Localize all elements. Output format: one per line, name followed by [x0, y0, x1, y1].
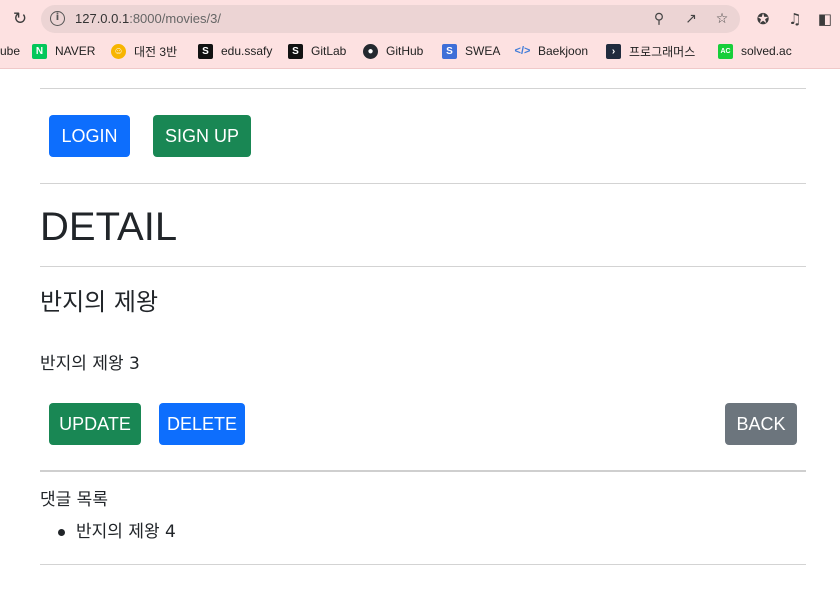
- signup-button[interactable]: SIGN UP: [153, 115, 251, 157]
- bookmark-solvedac[interactable]: AC solved.ac: [718, 42, 792, 60]
- page-title: DETAIL: [40, 205, 178, 249]
- bullet-icon: [58, 529, 65, 536]
- zoom-icon[interactable]: ⚲: [650, 10, 668, 28]
- reload-icon[interactable]: ↻: [9, 8, 31, 30]
- back-button[interactable]: BACK: [725, 403, 797, 445]
- divider: [40, 470, 806, 472]
- solvedac-icon: AC: [718, 43, 733, 59]
- bookmark-label: 대전 3반: [134, 44, 178, 59]
- bookmark-github[interactable]: ● GitHub: [363, 42, 423, 60]
- extensions-icon[interactable]: ✪: [753, 9, 773, 29]
- baekjoon-icon: </>: [514, 45, 531, 57]
- bookmark-star-icon[interactable]: ☆: [713, 10, 731, 28]
- bookmark-label: 프로그래머스: [629, 44, 696, 59]
- bookmark-label: GitHub: [386, 44, 424, 58]
- url-host: 127.0.0.1: [75, 11, 130, 26]
- comments-heading: 댓글 목록: [40, 490, 108, 510]
- bookmark-daejeon[interactable]: ☺ 대전 3반: [111, 42, 177, 60]
- share-icon[interactable]: ↗: [682, 10, 700, 28]
- emoji-icon: ☺: [111, 43, 126, 59]
- divider: [40, 183, 806, 184]
- divider: [40, 88, 806, 89]
- update-button[interactable]: UPDATE: [49, 403, 141, 445]
- comment-text: 반지의 제왕 4: [76, 522, 176, 542]
- divider: [40, 266, 806, 267]
- url-path: :8000/movies/3/: [129, 11, 221, 26]
- bookmark-label: GitLab: [311, 44, 347, 58]
- bookmark-youtube[interactable]: ube: [0, 42, 20, 60]
- url-text[interactable]: 127.0.0.1:8000/movies/3/: [75, 11, 221, 26]
- comment-item: 반지의 제왕 4: [56, 520, 176, 544]
- bookmark-edu-ssafy[interactable]: S edu.ssafy: [198, 42, 272, 60]
- site-info-icon[interactable]: i: [50, 11, 65, 26]
- gitlab-icon: S: [288, 43, 303, 59]
- browser-chrome: ↻ i 127.0.0.1:8000/movies/3/ ⚲ ↗ ☆ ✪ ♫ ◧…: [0, 0, 840, 69]
- bookmark-label: NAVER: [55, 44, 96, 58]
- login-button[interactable]: LOGIN: [49, 115, 130, 157]
- bookmark-label: solved.ac: [741, 44, 792, 58]
- bookmark-swea[interactable]: S SWEA: [442, 42, 500, 60]
- bookmark-label: Baekjoon: [538, 44, 589, 58]
- bookmark-naver[interactable]: N NAVER: [32, 42, 95, 60]
- movie-title: 반지의 제왕: [40, 288, 159, 316]
- ssafy-icon: S: [198, 43, 213, 59]
- delete-button[interactable]: DELETE: [159, 403, 245, 445]
- comment-list: 반지의 제왕 4: [56, 520, 176, 544]
- address-bar[interactable]: i 127.0.0.1:8000/movies/3/ ⚲ ↗ ☆: [41, 5, 740, 33]
- divider: [40, 564, 806, 565]
- programmers-icon: ›: [606, 43, 621, 59]
- github-icon: ●: [363, 43, 378, 59]
- bookmark-label: ube: [0, 44, 21, 58]
- bookmarks-bar: ube N NAVER ☺ 대전 3반 S edu.ssafy S GitLab…: [0, 40, 840, 62]
- bookmark-label: SWEA: [465, 44, 501, 58]
- bookmark-programmers[interactable]: › 프로그래머스: [606, 42, 695, 60]
- swea-icon: S: [442, 43, 457, 59]
- bookmark-baekjoon[interactable]: </> Baekjoon: [514, 42, 589, 60]
- media-control-icon[interactable]: ♫: [785, 9, 805, 29]
- naver-icon: N: [32, 43, 47, 59]
- bookmark-gitlab[interactable]: S GitLab: [288, 42, 346, 60]
- movie-content: 반지의 제왕 3: [40, 354, 140, 374]
- side-panel-icon[interactable]: ◧: [815, 9, 835, 29]
- bookmark-label: edu.ssafy: [221, 44, 273, 58]
